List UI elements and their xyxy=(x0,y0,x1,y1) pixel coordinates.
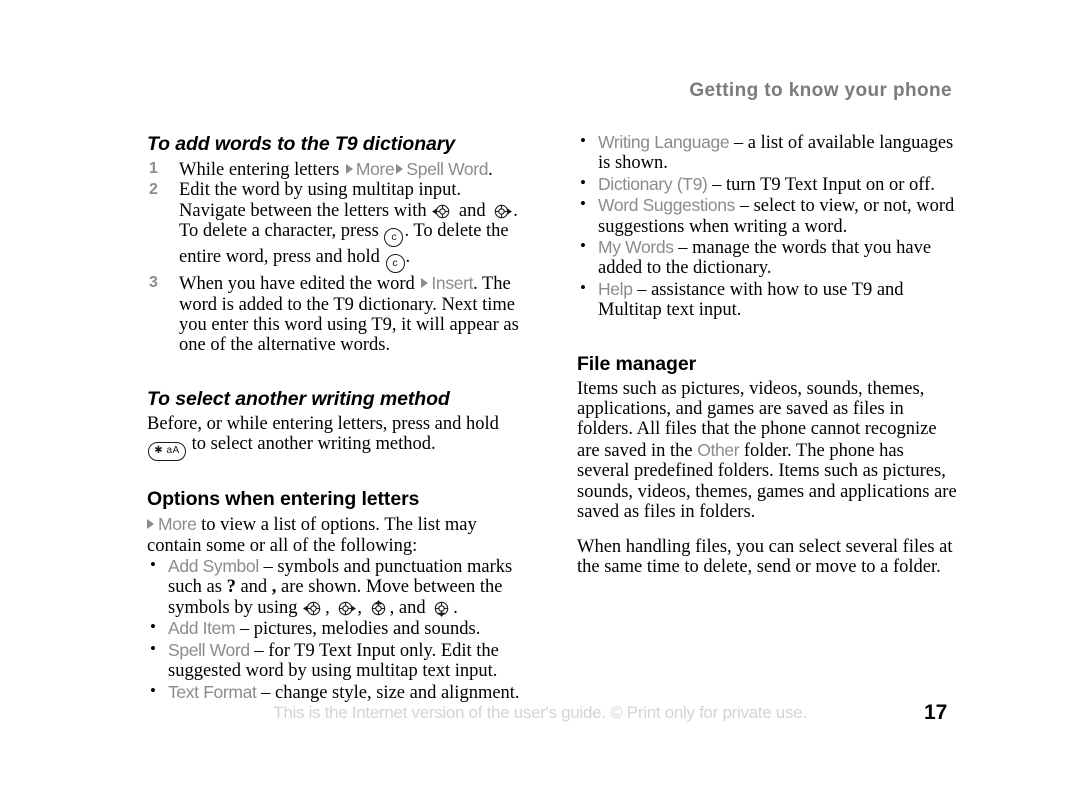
clear-key-icon: c xyxy=(385,254,405,274)
clear-key-icon: c xyxy=(384,228,404,248)
paragraph-file-manager-2: When handling files, you can select seve… xyxy=(577,536,953,577)
paragraph-options-intro: More to view a list of options. The list… xyxy=(147,514,477,556)
step-text: While entering letters More Spell Word. xyxy=(179,159,493,180)
paragraph-file-manager-1: Items such as pictures, videos, sounds, … xyxy=(577,378,957,523)
bullet-item: • Word Suggestions – select to view, or n… xyxy=(577,194,959,237)
bullet-item: • Add Item – pictures, melodies and sound… xyxy=(147,617,529,640)
heading-add-words: To add words to the T9 dictionary xyxy=(147,133,455,155)
play-triangle-icon xyxy=(345,164,353,174)
bullet-dot-icon: • xyxy=(580,131,586,150)
nav-right-icon xyxy=(494,204,513,219)
ui-term: My Words xyxy=(598,237,674,258)
steps-add-words: 1 While entering letters More Spell Word. 2… xyxy=(147,159,529,356)
nav-right-icon xyxy=(339,601,357,616)
manual-page: Getting to know your phone To add words … xyxy=(0,0,1080,803)
bullet-text: Help – assistance with how to use T9 and… xyxy=(598,278,904,321)
ui-term: Insert xyxy=(431,273,474,294)
bullets-options: • Add Symbol – symbols and punctuation ma… xyxy=(147,555,529,703)
play-triangle-icon xyxy=(421,278,429,289)
bullet-text: Spell Word – for T9 Text Input only. Edi… xyxy=(168,639,499,682)
nav-up-icon xyxy=(371,599,385,616)
nav-down-icon xyxy=(435,601,449,617)
paragraph-select-writing-method: Before, or while entering letters, press… xyxy=(147,414,529,462)
bullet-dot-icon: • xyxy=(580,236,586,256)
bullet-dot-icon: • xyxy=(150,638,156,658)
bullet-item: • Add Symbol – symbols and punctuation ma… xyxy=(147,555,529,618)
ui-term: Text Format xyxy=(168,681,257,702)
left-column: To add words to the T9 dictionary 1 While… xyxy=(147,132,529,703)
bullet-text: Word Suggestions – select to view, or no… xyxy=(598,195,955,237)
bullet-dot-icon: • xyxy=(580,172,586,192)
ui-term: Spell Word xyxy=(406,159,489,179)
ui-term: More xyxy=(158,514,197,535)
ui-term: Add Item xyxy=(168,618,236,639)
bullet-text: Text Format – change style, size and ali… xyxy=(168,681,520,703)
nav-left-icon xyxy=(432,204,450,219)
bullet-dot-icon: • xyxy=(580,194,586,214)
nav-left-icon xyxy=(303,601,321,616)
step-number: 2 xyxy=(149,181,158,199)
bullet-text: Dictionary (T9) – turn T9 Text Input on … xyxy=(598,173,935,195)
step-number: 3 xyxy=(149,274,158,292)
step-text: When you have edited the word Insert. Th… xyxy=(179,273,519,356)
bullet-dot-icon: • xyxy=(150,680,156,700)
heading-options-entering-letters: Options when entering letters xyxy=(147,488,420,511)
heading-select-writing-method: To select another writing method xyxy=(147,387,450,410)
star-key-icon: ✱ aA xyxy=(148,442,186,462)
footer: This is the Internet version of the user… xyxy=(0,703,1080,723)
bullet-text: My Words – manage the words that you hav… xyxy=(598,237,932,279)
step-item: 3 When you have edited the word Insert. T… xyxy=(147,273,529,356)
bullet-item: • Spell Word – for T9 Text Input only. Ed… xyxy=(147,638,529,682)
bullet-item: • Help – assistance with how to use T9 an… xyxy=(577,277,959,321)
bullet-dot-icon: • xyxy=(150,555,156,575)
bullet-item: • Text Format – change style, size and al… xyxy=(147,680,529,703)
play-triangle-icon xyxy=(396,164,404,174)
ui-term: Other xyxy=(697,439,740,460)
step-text: Edit the word by using multitap input. N… xyxy=(179,180,518,274)
bullet-item: • Dictionary (T9) – turn T9 Text Input on… xyxy=(577,172,959,195)
page-number: 17 xyxy=(924,701,948,724)
ui-term: Writing Language xyxy=(598,132,730,152)
ui-term: More xyxy=(355,159,395,179)
bullet-text: Add Symbol – symbols and punctuation mar… xyxy=(168,556,513,618)
bullets-settings: • Writing Language – a list of available … xyxy=(577,131,959,321)
play-triangle-icon xyxy=(147,519,154,530)
emphasis-text: , xyxy=(271,577,277,598)
step-item: 2 Edit the word by using multitap input. … xyxy=(147,180,529,274)
step-number: 1 xyxy=(149,160,158,177)
ui-term: Add Symbol xyxy=(168,556,259,577)
right-column: • Writing Language – a list of available … xyxy=(577,131,959,577)
bullet-item: • Writing Language – a list of available … xyxy=(577,131,959,174)
bullet-text: Add Item – pictures, melodies and sounds… xyxy=(168,618,481,640)
ui-term: Help xyxy=(598,278,633,299)
step-item: 1 While entering letters More Spell Word. xyxy=(147,159,529,180)
heading-file-manager: File manager xyxy=(577,352,697,375)
emphasis-text: ? xyxy=(226,577,236,598)
ui-term: Dictionary (T9) xyxy=(598,173,708,194)
bullet-dot-icon: • xyxy=(150,617,156,637)
bullet-text: Writing Language – a list of available l… xyxy=(598,132,954,174)
ui-term: Word Suggestions xyxy=(598,195,736,216)
footer-text: This is the Internet version of the user… xyxy=(273,703,807,722)
bullet-dot-icon: • xyxy=(580,277,586,297)
ui-term: Spell Word xyxy=(168,639,250,660)
running-header: Getting to know your phone xyxy=(689,80,952,101)
bullet-item: • My Words – manage the words that you ha… xyxy=(577,236,959,279)
